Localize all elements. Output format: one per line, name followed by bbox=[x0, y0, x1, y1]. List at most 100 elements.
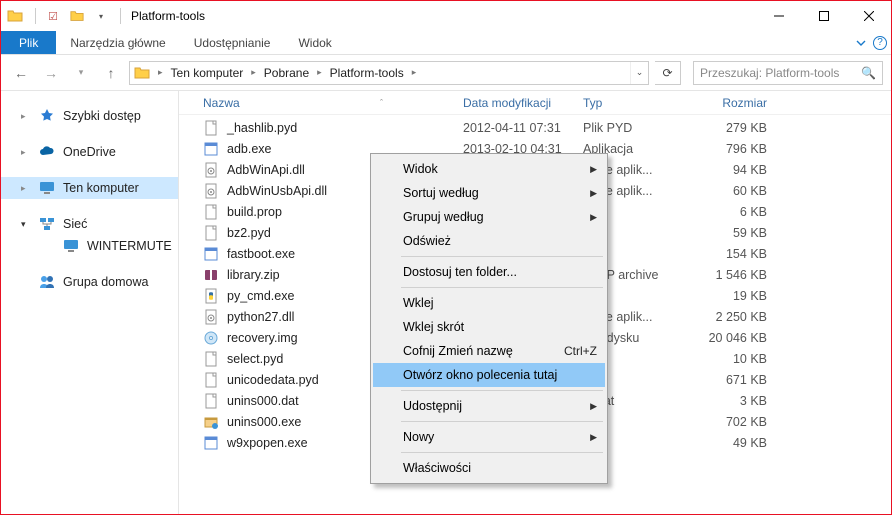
nav-label: OneDrive bbox=[63, 145, 116, 159]
column-name[interactable]: Nazwa ˆ bbox=[203, 96, 463, 110]
file-size: 19 KB bbox=[697, 289, 787, 303]
address-history-dropdown[interactable]: ⌄ bbox=[630, 62, 648, 84]
ctx-label: Udostępnij bbox=[403, 399, 462, 413]
file-icon bbox=[203, 141, 219, 157]
file-size: 6 KB bbox=[697, 205, 787, 219]
nav-label: Szybki dostęp bbox=[63, 109, 141, 123]
back-button[interactable]: ← bbox=[9, 61, 33, 85]
recent-dropdown[interactable]: ▾ bbox=[69, 61, 93, 85]
ctx-view[interactable]: Widok ▶ bbox=[373, 157, 605, 181]
tab-home[interactable]: Narzędzia główne bbox=[56, 31, 179, 54]
maximize-button[interactable] bbox=[801, 1, 846, 31]
file-icon bbox=[203, 162, 219, 178]
breadcrumb-segment[interactable]: Ten komputer bbox=[167, 66, 248, 80]
file-name: python27.dll bbox=[227, 310, 294, 324]
file-icon bbox=[203, 183, 219, 199]
qat-newfolder-icon[interactable] bbox=[66, 5, 88, 27]
ctx-refresh[interactable]: Odśwież bbox=[373, 229, 605, 253]
file-icon bbox=[203, 351, 219, 367]
window-title: Platform-tools bbox=[131, 9, 205, 23]
search-input[interactable]: Przeszukaj: Platform-tools 🔍 bbox=[693, 61, 883, 85]
qat-properties-icon[interactable]: ☑ bbox=[42, 5, 64, 27]
file-name: recovery.img bbox=[227, 331, 298, 345]
close-button[interactable] bbox=[846, 1, 891, 31]
chevron-right-icon[interactable]: ▸ bbox=[154, 67, 167, 78]
file-icon bbox=[203, 414, 219, 430]
up-button[interactable]: ↑ bbox=[99, 61, 123, 85]
tab-view[interactable]: Widok bbox=[284, 31, 345, 54]
titlebar: ☑ ▾ Platform-tools bbox=[1, 1, 891, 31]
forward-button[interactable]: → bbox=[39, 61, 63, 85]
file-name: library.zip bbox=[227, 268, 280, 282]
ctx-undo-rename[interactable]: Cofnij Zmień nazwęCtrl+Z bbox=[373, 339, 605, 363]
minimize-button[interactable] bbox=[756, 1, 801, 31]
ctx-label: Widok bbox=[403, 162, 438, 176]
breadcrumb-segment[interactable]: Pobrane bbox=[260, 66, 313, 80]
address-bar[interactable]: ▸ Ten komputer ▸ Pobrane ▸ Platform-tool… bbox=[129, 61, 649, 85]
ribbon-expand-button[interactable]: ? bbox=[851, 31, 891, 54]
ctx-groupby[interactable]: Grupuj według ▶ bbox=[373, 205, 605, 229]
nav-this-pc[interactable]: ▸ Ten komputer bbox=[1, 177, 178, 199]
folder-icon bbox=[134, 65, 150, 81]
file-name: unins000.dat bbox=[227, 394, 299, 408]
submenu-arrow-icon: ▶ bbox=[590, 212, 597, 223]
column-type[interactable]: Typ bbox=[583, 96, 697, 110]
expand-caret-icon[interactable]: ▸ bbox=[21, 147, 31, 158]
nav-network[interactable]: ▾ Sieć bbox=[1, 213, 178, 235]
ctx-label: Sortuj według bbox=[403, 186, 479, 200]
chevron-right-icon[interactable]: ▸ bbox=[247, 67, 260, 78]
tab-file[interactable]: Plik bbox=[1, 31, 56, 54]
file-name: unins000.exe bbox=[227, 415, 301, 429]
nav-onedrive[interactable]: ▸ OneDrive bbox=[1, 141, 178, 163]
file-name: bz2.pyd bbox=[227, 226, 271, 240]
expand-caret-icon[interactable]: ▸ bbox=[21, 183, 31, 194]
navigation-bar: ← → ▾ ↑ ▸ Ten komputer ▸ Pobrane ▸ Platf… bbox=[1, 55, 891, 91]
file-name: _hashlib.pyd bbox=[227, 121, 297, 135]
file-date: 2012-04-11 07:31 bbox=[463, 121, 583, 135]
monitor-icon bbox=[39, 180, 55, 196]
ctx-new[interactable]: Nowy▶ bbox=[373, 425, 605, 449]
file-size: 60 KB bbox=[697, 184, 787, 198]
column-headers: Nazwa ˆ Data modyfikacji Typ Rozmiar bbox=[179, 91, 891, 115]
file-type: Plik PYD bbox=[583, 121, 697, 135]
refresh-button[interactable]: ⟳ bbox=[655, 61, 681, 85]
folder-icon bbox=[7, 8, 23, 24]
ctx-label: Grupuj według bbox=[403, 210, 484, 224]
file-name: fastboot.exe bbox=[227, 247, 295, 261]
column-size[interactable]: Rozmiar bbox=[697, 96, 787, 110]
chevron-right-icon[interactable]: ▸ bbox=[313, 67, 326, 78]
column-date[interactable]: Data modyfikacji bbox=[463, 96, 583, 110]
nav-quick-access[interactable]: ▸ Szybki dostęp bbox=[1, 105, 178, 127]
tab-share[interactable]: Udostępnianie bbox=[180, 31, 285, 54]
expand-caret-icon[interactable]: ▸ bbox=[21, 111, 31, 122]
file-name: unicodedata.pyd bbox=[227, 373, 319, 387]
separator bbox=[401, 256, 603, 257]
context-menu: Widok ▶ Sortuj według▶ Grupuj według ▶ Odś… bbox=[370, 153, 608, 484]
ctx-open-command-window[interactable]: Otwórz okno polecenia tutaj bbox=[373, 363, 605, 387]
ctx-paste[interactable]: Wklej bbox=[373, 291, 605, 315]
nav-network-computer[interactable]: ▸ WINTERMUTE bbox=[1, 235, 178, 257]
file-icon bbox=[203, 288, 219, 304]
chevron-right-icon[interactable]: ▸ bbox=[408, 67, 421, 78]
file-name: w9xpopen.exe bbox=[227, 436, 308, 450]
file-row[interactable]: _hashlib.pyd2012-04-11 07:31Plik PYD279 … bbox=[179, 117, 891, 138]
qat-dropdown-icon[interactable]: ▾ bbox=[90, 5, 112, 27]
ctx-label: Dostosuj ten folder... bbox=[403, 265, 517, 279]
ctx-properties[interactable]: Właściwości bbox=[373, 456, 605, 480]
nav-homegroup[interactable]: ▸ Grupa domowa bbox=[1, 271, 178, 293]
help-icon[interactable]: ? bbox=[873, 36, 887, 50]
ctx-paste-shortcut[interactable]: Wklej skrót bbox=[373, 315, 605, 339]
ctx-customize[interactable]: Dostosuj ten folder... bbox=[373, 260, 605, 284]
search-icon[interactable]: 🔍 bbox=[861, 66, 876, 80]
ctx-share[interactable]: Udostępnij▶ bbox=[373, 394, 605, 418]
file-size: 2 250 KB bbox=[697, 310, 787, 324]
breadcrumb-segment[interactable]: Platform-tools bbox=[326, 66, 408, 80]
ctx-label: Cofnij Zmień nazwę bbox=[403, 344, 513, 358]
ctx-label: Wklej skrót bbox=[403, 320, 464, 334]
collapse-caret-icon[interactable]: ▾ bbox=[21, 219, 31, 230]
separator bbox=[120, 8, 121, 24]
separator bbox=[401, 390, 603, 391]
ctx-sortby[interactable]: Sortuj według▶ bbox=[373, 181, 605, 205]
file-icon bbox=[203, 267, 219, 283]
submenu-arrow-icon: ▶ bbox=[590, 164, 597, 175]
